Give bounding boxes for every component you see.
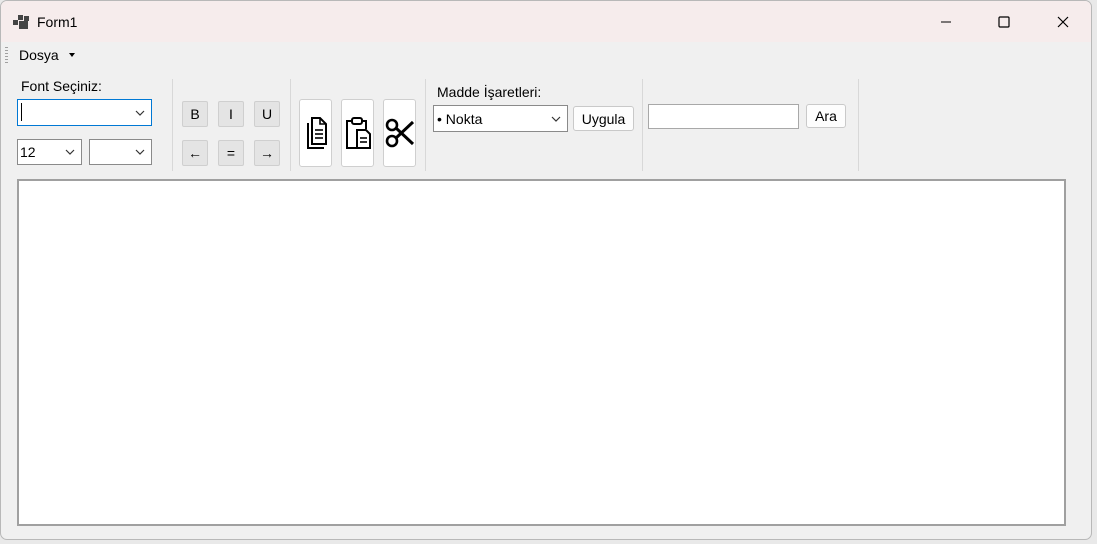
align-left-button[interactable]: ← [182, 140, 208, 166]
menu-bar [1, 42, 1091, 68]
align-right-button[interactable]: → [254, 140, 280, 166]
chevron-down-icon [551, 116, 561, 122]
close-button[interactable] [1040, 7, 1086, 37]
bullet-style-value: • Nokta [437, 110, 483, 127]
app-icon [13, 15, 29, 29]
menu-dosya-label: Dosya [19, 47, 59, 63]
apply-bullets-button[interactable]: Uygula [573, 106, 634, 131]
chevron-down-icon [135, 149, 145, 155]
paste-button[interactable] [341, 99, 374, 167]
search-input[interactable] [648, 104, 799, 129]
font-select-label: Font Seçiniz: [21, 78, 102, 94]
cut-button[interactable] [383, 99, 416, 167]
toolbar-separator [290, 79, 291, 171]
paste-icon [345, 117, 371, 149]
scissors-icon [385, 118, 414, 148]
toolbar-separator [642, 79, 643, 171]
close-icon [1057, 16, 1069, 28]
title-bar[interactable]: Form1 [1, 1, 1091, 42]
window-title: Form1 [37, 14, 78, 30]
search-button[interactable]: Ara [806, 104, 846, 128]
minimize-button[interactable] [923, 7, 969, 37]
menu-grip[interactable] [5, 47, 8, 63]
size-combo[interactable]: 12 [17, 139, 82, 165]
chevron-down-icon [65, 149, 75, 155]
font-combo[interactable] [17, 99, 152, 126]
main-window: Form1 Dosya Font Seçiniz: 12 B I U ← = → [0, 0, 1092, 540]
toolbar-separator [858, 79, 859, 171]
bullet-style-combo[interactable]: • Nokta [433, 105, 568, 132]
minimize-icon [941, 21, 951, 23]
bold-button[interactable]: B [182, 101, 208, 127]
dropdown-arrow-icon [68, 53, 75, 57]
align-center-button[interactable]: = [218, 140, 244, 166]
size-combo-value: 12 [20, 144, 36, 160]
italic-button[interactable]: I [218, 101, 244, 127]
maximize-icon [998, 16, 1010, 28]
maximize-button[interactable] [981, 7, 1027, 37]
menu-dosya[interactable]: Dosya [14, 45, 80, 65]
chevron-down-icon [135, 110, 145, 116]
text-caret [21, 103, 22, 121]
copy-button[interactable] [299, 99, 332, 167]
color-combo[interactable] [89, 139, 152, 165]
toolbar-separator [172, 79, 173, 171]
underline-button[interactable]: U [254, 101, 280, 127]
toolbar-separator [425, 79, 426, 171]
copy-icon [306, 117, 327, 149]
bullets-label: Madde İşaretleri: [437, 84, 542, 100]
rich-text-editor[interactable] [17, 179, 1066, 526]
